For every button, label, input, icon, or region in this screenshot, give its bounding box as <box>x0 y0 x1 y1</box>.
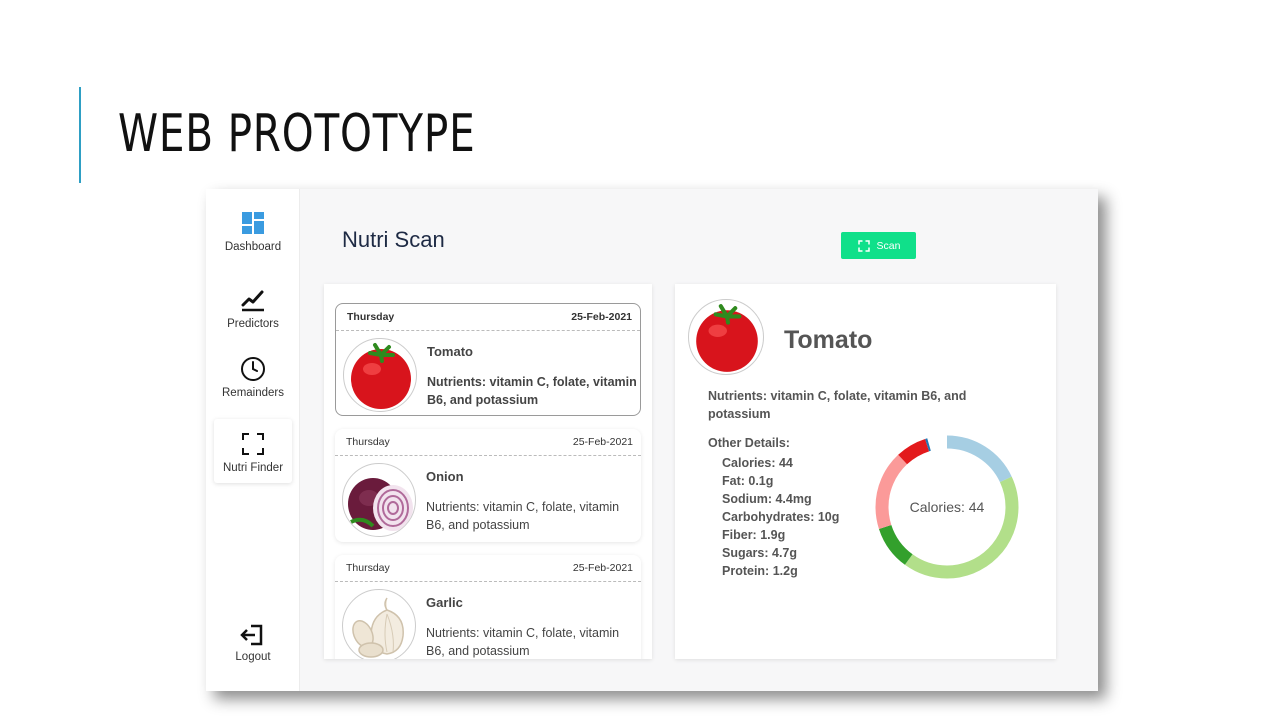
card-nutrients: Nutrients: vitamin C, folate, vitamin B6… <box>426 500 620 532</box>
scan-button-label: Scan <box>876 239 901 252</box>
card-day: Thursday <box>347 311 395 323</box>
detail-nutrients: Nutrients: vitamin C, folate, vitamin B6… <box>708 389 967 421</box>
food-detail-panel: Tomato Nutrients: vitamin C, folate, vit… <box>675 284 1056 659</box>
donut-center-label: Calories: 44 <box>910 499 985 515</box>
scan-frame-icon <box>857 239 870 252</box>
onion-image <box>342 463 416 537</box>
garlic-image <box>342 589 416 659</box>
scan-frame-icon <box>242 433 264 455</box>
nutrition-donut-chart: Calories: 44 <box>875 435 1019 579</box>
stat-sodium: Sodium: 4.4mg <box>722 492 812 506</box>
sidebar-item-dashboard[interactable]: Dashboard <box>214 209 292 271</box>
sidebar-item-remainders[interactable]: Remainders <box>214 355 292 417</box>
card-header: Thursday 25-Feb-2021 <box>335 555 641 582</box>
card-nutrients: Nutrients: vitamin C, folate, vitamin B6… <box>427 375 637 407</box>
sidebar-item-label: Predictors <box>227 318 279 330</box>
card-date: 25-Feb-2021 <box>571 311 632 323</box>
card-header: Thursday 25-Feb-2021 <box>336 304 640 331</box>
stat-fat: Fat: 0.1g <box>722 474 774 488</box>
slide: WEB PROTOTYPE Dashboard Predictors Remai… <box>0 0 1280 720</box>
sidebar-item-label: Remainders <box>222 387 284 399</box>
card-food-name: Garlic <box>426 595 463 610</box>
title-accent-bar <box>79 87 81 183</box>
card-food-name: Onion <box>426 469 464 484</box>
page-title: Nutri Scan <box>342 227 445 252</box>
card-date: 25-Feb-2021 <box>572 562 633 574</box>
tomato-image <box>688 299 764 375</box>
card-food-name: Tomato <box>427 344 473 359</box>
app-window: Dashboard Predictors Remainders Nutri Fi… <box>206 189 1098 691</box>
nutrition-stats-list: Calories: 44 Fat: 0.1g Sodium: 4.4mg Car… <box>722 454 839 580</box>
main-content: Nutri Scan Scan Thursday 25-Feb-2021 Tom… <box>300 189 1098 691</box>
history-card-onion[interactable]: Thursday 25-Feb-2021 Onion Nutrients: vi… <box>335 429 641 542</box>
logout-label: Logout <box>235 651 271 663</box>
chart-line-icon <box>241 290 264 312</box>
card-day: Thursday <box>346 436 390 448</box>
card-date: 25-Feb-2021 <box>572 436 633 448</box>
scan-button[interactable]: Scan <box>841 232 916 259</box>
stat-carbohydrates: Carbohydrates: 10g <box>722 510 840 524</box>
history-card-tomato[interactable]: Thursday 25-Feb-2021 Tomato Nutrients: v… <box>335 303 641 416</box>
stat-sugars: Sugars: 4.7g <box>722 546 798 560</box>
scan-history-list: Thursday 25-Feb-2021 Tomato Nutrients: v… <box>324 284 652 659</box>
slide-title: WEB PROTOTYPE <box>118 104 476 164</box>
detail-food-name: Tomato <box>784 326 873 354</box>
history-card-garlic[interactable]: Thursday 25-Feb-2021 Garlic Nutrients: v… <box>335 555 641 659</box>
sidebar-item-nutri-finder[interactable]: Nutri Finder <box>214 419 292 483</box>
sidebar: Dashboard Predictors Remainders Nutri Fi… <box>206 189 300 691</box>
stat-calories: Calories: 44 <box>722 456 793 470</box>
card-header: Thursday 25-Feb-2021 <box>335 429 641 456</box>
dashboard-icon <box>242 212 264 234</box>
clock-icon <box>241 357 265 381</box>
logout-icon <box>240 624 263 646</box>
sidebar-item-label: Nutri Finder <box>222 462 284 474</box>
stat-protein: Protein: 1.2g <box>722 564 798 578</box>
other-details-heading: Other Details: <box>708 436 790 450</box>
tomato-image <box>343 338 417 412</box>
card-day: Thursday <box>346 562 390 574</box>
sidebar-item-predictors[interactable]: Predictors <box>214 286 292 348</box>
stat-fiber: Fiber: 1.9g <box>722 528 786 542</box>
logout-button[interactable]: Logout <box>214 621 292 683</box>
card-nutrients: Nutrients: vitamin C, folate, vitamin B6… <box>426 626 620 658</box>
sidebar-item-label: Dashboard <box>224 241 282 253</box>
